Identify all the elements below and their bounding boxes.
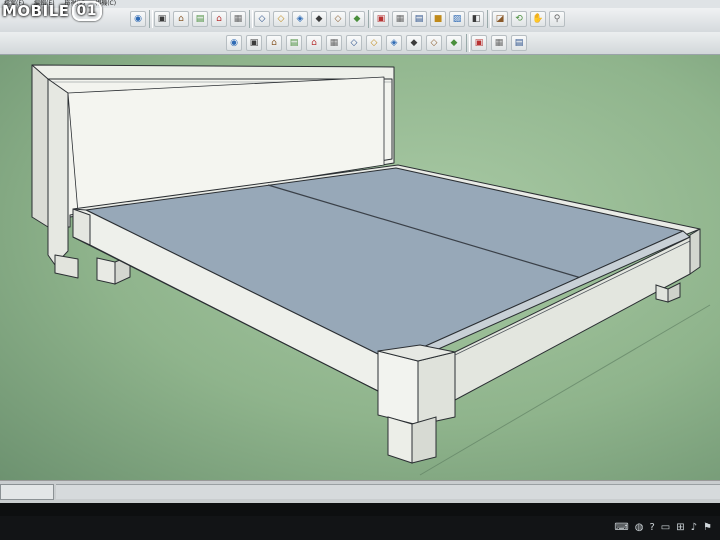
home-icon[interactable]: ⌂ <box>211 11 227 27</box>
zoom-icon[interactable]: ⚲ <box>549 11 565 27</box>
tool-k-icon[interactable]: ◆ <box>446 35 462 51</box>
pan-icon[interactable]: ✋ <box>530 11 546 27</box>
measurements-box[interactable] <box>0 484 54 500</box>
bed-frame <box>72 164 701 426</box>
3d-viewport[interactable] <box>0 55 720 480</box>
battery-icon[interactable]: ▭ <box>661 521 670 535</box>
xray-icon[interactable]: ▣ <box>373 11 389 27</box>
textured-icon[interactable]: ▨ <box>449 11 465 27</box>
paint-bucket-icon[interactable]: ◪ <box>492 11 508 27</box>
tool-d-icon[interactable]: ⌂ <box>306 35 322 51</box>
arrow-right-icon[interactable]: ▣ <box>471 35 487 51</box>
network-icon[interactable]: ◍ <box>635 521 644 535</box>
tool-b-icon[interactable]: ⌂ <box>266 35 282 51</box>
system-tray: ⌨ ◍? ▭ ⊞ ♪ ⚑ <box>614 521 712 535</box>
arrow-icon[interactable]: ◉ <box>226 35 242 51</box>
tool-h-icon[interactable]: ◈ <box>386 35 402 51</box>
tool-g-icon[interactable]: ◇ <box>366 35 382 51</box>
right-view-icon[interactable]: ◆ <box>311 11 327 27</box>
sketchup-window: 檔案(F) 編輯(E) 檢視(V) 相機(C) ◉ ▣ ⌂ ▤ ⌂ ▦ ◇ ◇ ◈ ◆ ◇ ◆ ▣ ▦ ▤ ■… <box>0 0 720 516</box>
tool-i-icon[interactable]: ◆ <box>406 35 422 51</box>
tool-f-icon[interactable]: ◇ <box>346 35 362 51</box>
toolbar-separator <box>249 10 253 28</box>
secondary-toolbar: ◉ ▣ ⌂ ▤ ⌂ ▦ ◇ ◇ ◈ ◆ ◇ ◆ ▣ ▦ ▤ <box>0 32 720 55</box>
flag-icon[interactable]: ⚑ <box>703 521 712 535</box>
front-view-icon[interactable]: ◈ <box>292 11 308 27</box>
tool-j-icon[interactable]: ◇ <box>426 35 442 51</box>
shaded-icon[interactable]: ■ <box>430 11 446 27</box>
tool-a-icon[interactable]: ▣ <box>246 35 262 51</box>
leg-front-corner <box>387 416 437 464</box>
help-tray-icon[interactable]: ? <box>649 521 654 535</box>
status-text-area <box>56 484 720 499</box>
toolbar-separator <box>466 34 470 52</box>
iso-view-icon[interactable]: ◇ <box>254 11 270 27</box>
keyboard-icon[interactable]: ⌨ <box>614 521 628 535</box>
speaker-icon[interactable]: ♪ <box>691 521 697 535</box>
help-icon[interactable]: ▤ <box>511 35 527 51</box>
wireframe-icon[interactable]: ▦ <box>392 11 408 27</box>
watermark-logo: MOBILE 01 <box>2 0 102 22</box>
hidden-line-icon[interactable]: ▤ <box>411 11 427 27</box>
primary-toolbar: ◉ ▣ ⌂ ▤ ⌂ ▦ ◇ ◇ ◈ ◆ ◇ ◆ ▣ ▦ ▤ ■ ▨ ◧ ◪ ⟲ ✋ ⚲ <box>0 8 720 33</box>
toolbar-separator <box>487 10 491 28</box>
component-icon[interactable]: ▣ <box>154 11 170 27</box>
tool-l-icon[interactable]: ▦ <box>491 35 507 51</box>
select-icon[interactable]: ◉ <box>130 11 146 27</box>
tool-c-icon[interactable]: ▤ <box>286 35 302 51</box>
tool-e-icon[interactable]: ▦ <box>326 35 342 51</box>
watermark-brand: MOBILE <box>2 2 70 20</box>
menu-bar: 檔案(F) 編輯(E) 檢視(V) 相機(C) <box>0 0 720 8</box>
bed-model <box>31 64 711 476</box>
house-icon[interactable]: ⌂ <box>173 11 189 27</box>
toolbar-separator <box>368 10 372 28</box>
windows-taskbar: ⌨ ◍? ▭ ⊞ ♪ ⚑ <box>0 516 720 540</box>
back-view-icon[interactable]: ◇ <box>330 11 346 27</box>
orbit-icon[interactable]: ⟲ <box>511 11 527 27</box>
save-icon[interactable]: ▤ <box>192 11 208 27</box>
top-view-icon[interactable]: ◇ <box>273 11 289 27</box>
print-icon[interactable]: ▦ <box>230 11 246 27</box>
status-bar <box>0 480 720 503</box>
windows-icon[interactable]: ⊞ <box>676 521 684 535</box>
left-view-icon[interactable]: ◆ <box>349 11 365 27</box>
watermark-suffix: 01 <box>71 1 102 21</box>
toolbar-separator <box>149 10 153 28</box>
monochrome-icon[interactable]: ◧ <box>468 11 484 27</box>
